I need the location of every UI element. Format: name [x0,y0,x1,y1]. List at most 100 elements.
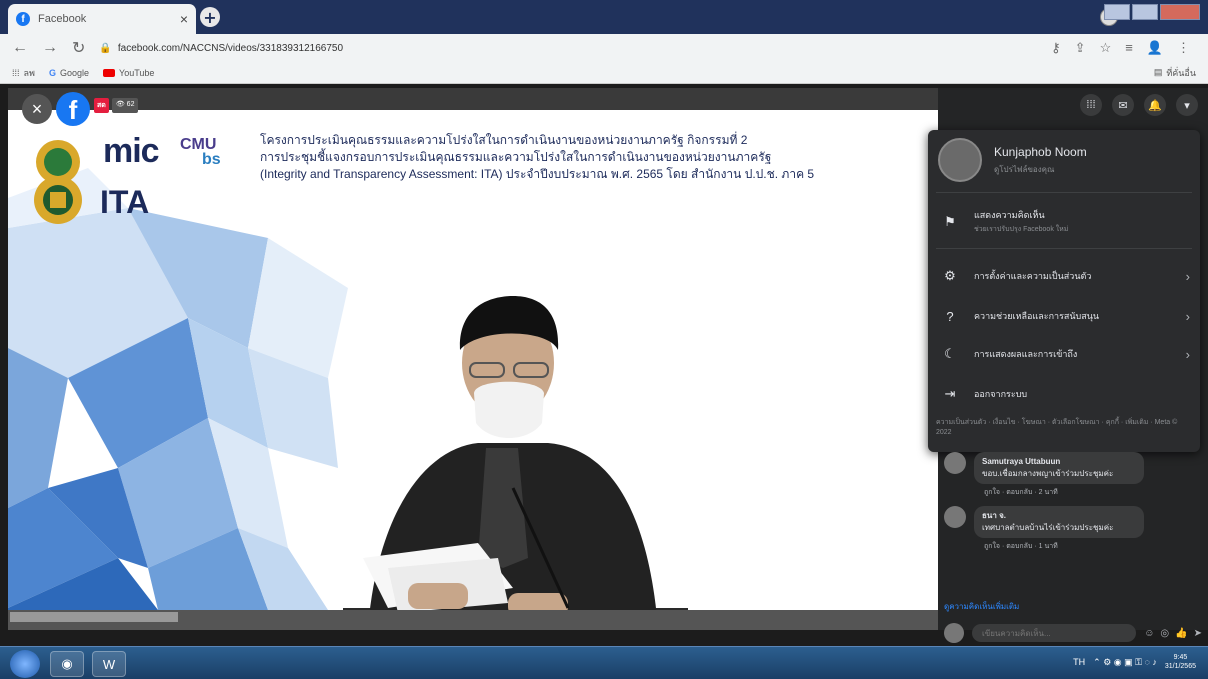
profile-name: Kunjaphob Noom [994,144,1087,159]
system-tray: TH ⌃ ⚙ ◉ ▣ ⚿ ◌ ♪ 9:45 31/1/2565 [1073,653,1196,671]
chevron-right-icon: › [1185,346,1190,362]
screen: f Facebook × + ← → ↻ 🔒 facebook.com/NACC… [0,0,1208,679]
comment-meta[interactable]: ถูกใจ · ตอบกลับ · 1 นาที [984,541,1144,552]
commenter-name[interactable]: Samutraya Uttabuun [982,456,1136,468]
chrome-taskbar-icon[interactable]: ◉ [50,651,84,677]
video-player[interactable]: × f สด 👁 62 mic ITA CMU bs โครงการประเมิ… [8,88,938,630]
profile-link[interactable]: Kunjaphob Noom ดูโปรไฟล์ของคุณ [938,138,1087,182]
share-icon[interactable]: ⇪ [1075,40,1086,56]
fb-top-icons: ⁞⁞⁞ ✉ 🔔 ▾ [1080,94,1198,116]
viewer-count: 👁 62 [111,98,139,113]
facebook-favicon-icon: f [16,12,30,26]
menu-item-settings[interactable]: ⚙ การตั้งค่าและความเป็นส่วนตัว › [940,266,1190,286]
language-indicator[interactable]: TH [1073,657,1085,667]
clock[interactable]: 9:45 31/1/2565 [1165,653,1196,671]
apps-grid-icon: ⁞⁞⁞ [12,67,20,78]
event-title: โครงการประเมินคุณธรรมและความโปร่งใสในการ… [260,133,815,181]
bookmark-apps[interactable]: ⁞⁞⁞ ลพ [12,66,35,80]
maximize-button[interactable] [1132,4,1158,20]
profile-sub: ดูโปรไฟล์ของคุณ [994,164,1055,174]
comment-item: Samutraya Uttabuun ขอบ.เชื่อมกลางพญาเข้า… [944,452,1202,498]
notifications-icon[interactable]: 🔔 [1144,94,1166,116]
comment-composer: ☺ ◎ 👍 ➤ [944,622,1202,644]
comment-item: ธนา จ. เทศบาลตำบลบ้านไร่เข้าร่วมประชุมค่… [944,506,1202,552]
folder-icon: ▤ [1153,67,1163,77]
star-icon[interactable]: ☆ [1100,40,1112,56]
minimize-button[interactable] [1104,4,1130,20]
google-icon: G [48,67,56,78]
url-text: facebook.com/NACCNS/videos/3318393121667… [117,42,344,54]
toolbar-icons: ⚷ ⇪ ☆ ≡ 👤 ⋮ [1051,40,1190,56]
address-bar[interactable]: 🔒 facebook.com/NACCNS/videos/33183931216… [99,43,1037,54]
caption-strip [10,612,178,622]
menu-footer: ความเป็นส่วนตัว · เงื่อนไข · โฆษณา · ตัว… [936,419,1178,436]
other-bookmarks[interactable]: ▤ ที่คั่นอื่น [1154,66,1196,80]
account-menu-icon[interactable]: ▾ [1176,94,1198,116]
tab-close-icon[interactable]: × [180,11,188,27]
lock-icon: 🔒 [99,42,112,54]
tray-icons[interactable]: ⌃ ⚙ ◉ ▣ ⚿ ◌ ♪ [1093,657,1157,668]
reading-list-icon[interactable]: ≡ [1125,40,1133,56]
feedback-icon: ⚑ [944,213,956,229]
moon-icon: ☾ [944,346,956,361]
nacc-seal-logo [34,140,82,224]
account-icon[interactable]: 👤 [1147,40,1163,56]
comment-bubble: Samutraya Uttabuun ขอบ.เชื่อมกลางพญาเข้า… [974,452,1144,484]
avatar [938,138,982,182]
menu-item-logout[interactable]: ⇥ ออกจากระบบ [940,384,1190,404]
comment-meta[interactable]: ถูกใจ · ตอบกลับ · 2 นาที [984,487,1144,498]
cmu-bs-logo: CMU bs [180,136,221,168]
new-tab-button[interactable]: + [200,7,220,27]
send-icon[interactable]: ➤ [1194,628,1202,639]
comment-text: เทศบาลตำบลบ้านไร่เข้าร่วมประชุมค่ะ [982,523,1114,532]
comment-text: ขอบ.เชื่อมกลางพญาเข้าร่วมประชุมค่ะ [982,469,1114,478]
forward-arrow-icon[interactable]: → [42,39,58,57]
video-top-bar [8,88,938,110]
menu-item-help[interactable]: ? ความช่วยเหลือและการสนับสนุน › [940,306,1190,326]
start-button-icon[interactable] [10,650,40,678]
browser-tabstrip: f Facebook × + [0,0,1208,34]
comment-tools: ☺ ◎ 👍 ➤ [1144,628,1202,639]
menu-item-feedback[interactable]: ⚑ แสดงความคิดเห็น ช่วยเราปรับปรุง Faceboo… [940,208,1190,235]
comment-input[interactable] [972,624,1137,642]
key-icon[interactable]: ⚷ [1051,40,1061,56]
help-icon: ? [946,308,954,324]
gear-icon: ⚙ [944,268,956,283]
live-badge: สด 👁 62 [94,98,139,113]
comment-bubble: ธนา จ. เทศบาลตำบลบ้านไร่เข้าร่วมประชุมค่… [974,506,1144,538]
gif-icon[interactable]: ◎ [1160,628,1169,639]
menu-grid-icon[interactable]: ⁞⁞⁞ [1080,94,1102,116]
avatar [944,623,964,643]
messenger-icon[interactable]: ✉ [1112,94,1134,116]
ita-logo: ITA [100,184,150,220]
menu-dots-icon[interactable]: ⋮ [1177,40,1190,56]
divider [936,248,1192,249]
avatar[interactable] [944,506,966,528]
like-icon[interactable]: 👍 [1175,628,1187,639]
reload-icon[interactable]: ↻ [72,38,85,58]
commenter-name[interactable]: ธนา จ. [982,510,1136,522]
browser-toolbar: ← → ↻ 🔒 facebook.com/NACCNS/videos/33183… [0,34,1208,62]
live-label: สด [94,98,109,113]
windows-taskbar: ◉ W TH ⌃ ⚙ ◉ ▣ ⚿ ◌ ♪ 9:45 31/1/2565 [0,646,1208,679]
avatar[interactable] [944,452,966,474]
tab-title: Facebook [38,13,87,25]
see-more-comments-link[interactable]: ดูความคิดเห็นเพิ่มเติม [944,600,1019,613]
bookmark-google[interactable]: G Google [49,68,89,78]
chevron-right-icon: › [1185,268,1190,284]
emoji-icon[interactable]: ☺ [1144,628,1154,639]
menu-item-display[interactable]: ☾ การแสดงผลและการเข้าถึง › [940,344,1190,364]
word-taskbar-icon[interactable]: W [92,651,126,677]
window-controls [1104,4,1200,20]
mic-logo: mic [103,132,160,170]
facebook-logo-icon[interactable]: f [56,92,90,126]
browser-tab[interactable]: f Facebook × [8,4,196,34]
close-video-icon[interactable]: × [22,94,52,124]
divider [936,192,1192,193]
back-arrow-icon[interactable]: ← [12,39,28,57]
window-close-button[interactable] [1160,4,1200,20]
comments-list: Samutraya Uttabuun ขอบ.เชื่อมกลางพญาเข้า… [944,452,1202,560]
eye-icon: 👁 [115,101,125,108]
bookmark-youtube[interactable]: YouTube [103,68,154,78]
bookmarks-bar: ⁞⁞⁞ ลพ G Google YouTube ▤ ที่คั่นอื่น [0,62,1208,84]
